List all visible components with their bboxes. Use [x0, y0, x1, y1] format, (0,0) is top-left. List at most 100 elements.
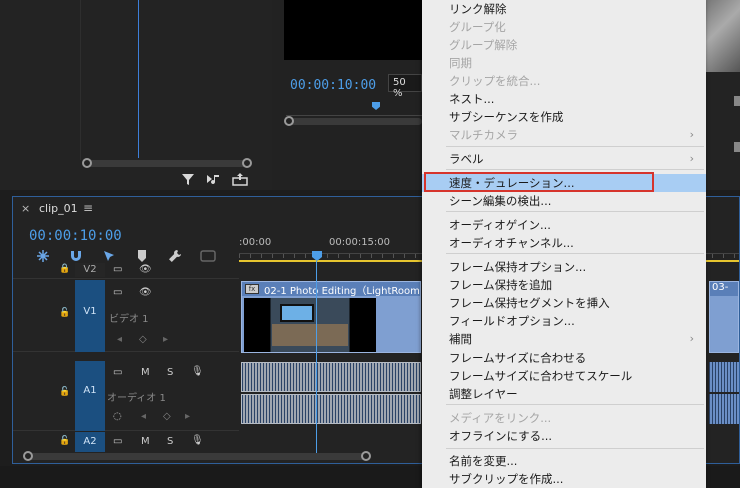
- menu-item-label: ラベル: [449, 152, 484, 166]
- volume-knob-icon[interactable]: ◌: [113, 411, 122, 422]
- program-scrollbar[interactable]: [284, 116, 422, 126]
- track-name-a1[interactable]: A1: [75, 361, 105, 431]
- prev-keyframe-icon[interactable]: ◂: [117, 334, 122, 345]
- next-keyframe-icon[interactable]: ▸: [185, 411, 190, 422]
- menu-item[interactable]: フレーム保持オプション...: [422, 258, 706, 276]
- audio-clip-a1-upper[interactable]: [241, 362, 421, 392]
- insert-audio-icon[interactable]: [206, 172, 222, 186]
- microphone-icon[interactable]: 🎙: [191, 366, 204, 377]
- right-panel: [706, 0, 740, 190]
- add-keyframe-icon[interactable]: ◇: [139, 334, 147, 345]
- close-tab-button[interactable]: ×: [21, 202, 30, 215]
- scroll-knob-left[interactable]: [23, 451, 33, 461]
- track-row-v2: 🔒 V2 ▭ 👁: [13, 261, 239, 279]
- eye-icon[interactable]: 👁: [139, 264, 152, 275]
- export-frame-icon[interactable]: [232, 172, 248, 186]
- menu-item[interactable]: フレームサイズに合わせてスケール: [422, 367, 706, 385]
- menu-item[interactable]: フレーム保持セグメントを挿入: [422, 294, 706, 312]
- menu-item[interactable]: フィールドオプション...: [422, 312, 706, 330]
- program-ruler[interactable]: [286, 102, 422, 116]
- clip-title: 03-: [710, 282, 738, 296]
- menu-item[interactable]: グループ解除: [422, 36, 706, 54]
- scroll-knob-right[interactable]: [361, 451, 371, 461]
- menu-item-label: フレーム保持を追加: [449, 278, 553, 292]
- lock-icon[interactable]: 🔓: [59, 387, 70, 397]
- menu-item[interactable]: オーディオゲイン...: [422, 216, 706, 234]
- toggle-sync-icon[interactable]: ▭: [113, 264, 122, 275]
- lock-icon[interactable]: 🔒: [59, 264, 70, 274]
- fx-badge-icon[interactable]: fx: [245, 284, 259, 294]
- scroll-knob-left[interactable]: [82, 158, 92, 168]
- menu-item-label: サブシーケンスを作成: [449, 110, 564, 124]
- menu-item[interactable]: 速度・デュレーション...: [422, 174, 706, 192]
- menu-separator: [446, 253, 704, 254]
- timeline-horizontal-scrollbar[interactable]: [23, 451, 371, 461]
- menu-item[interactable]: メディアをリンク...: [422, 409, 706, 427]
- track-row-a2: 🔓 A2 ▭ M S 🎙: [13, 432, 239, 452]
- toggle-sync-icon[interactable]: ▭: [113, 367, 122, 378]
- panel-control-icon[interactable]: [734, 96, 740, 106]
- video-clip[interactable]: fx 02-1 Photo Editing（LightRoom: [241, 281, 421, 353]
- program-monitor: 00:00:10:00 50 %: [272, 0, 422, 190]
- menu-item-label: フレーム保持オプション...: [449, 260, 587, 274]
- solo-button[interactable]: S: [167, 367, 173, 378]
- clip-thumbnail: [244, 298, 376, 352]
- source-horizontal-scrollbar[interactable]: [82, 158, 252, 168]
- menu-item[interactable]: 名前を変更...: [422, 452, 706, 470]
- audio-clip-a1-lower[interactable]: [241, 394, 421, 424]
- timeline-timecode[interactable]: 00:00:10:00: [29, 228, 122, 244]
- menu-item-label: フィールドオプション...: [449, 314, 575, 328]
- toggle-sync-icon[interactable]: ▭: [113, 287, 122, 298]
- track-name-v2[interactable]: V2: [75, 263, 105, 277]
- microphone-icon[interactable]: 🎙: [191, 435, 204, 446]
- lock-icon[interactable]: 🔓: [59, 436, 70, 446]
- zoom-level-select[interactable]: 50 %: [388, 74, 422, 99]
- menu-item[interactable]: ネスト...: [422, 90, 706, 108]
- menu-item[interactable]: マルチカメラ ›: [422, 126, 706, 144]
- mute-button[interactable]: M: [141, 367, 150, 378]
- thumbnail-desk: [272, 324, 348, 346]
- mute-button[interactable]: M: [141, 436, 150, 447]
- track-name-a2[interactable]: A2: [75, 432, 105, 452]
- menu-item-label: 補間: [449, 332, 472, 346]
- menu-item[interactable]: フレーム保持を追加: [422, 276, 706, 294]
- menu-item[interactable]: 調整レイヤー: [422, 385, 706, 403]
- menu-item[interactable]: シーン編集の検出...: [422, 192, 706, 210]
- menu-separator: [446, 146, 704, 147]
- track-name-v1[interactable]: V1: [75, 280, 105, 352]
- menu-item[interactable]: クリップを統合...: [422, 72, 706, 90]
- lock-icon[interactable]: 🔓: [59, 308, 70, 318]
- program-scroll-knob[interactable]: [284, 116, 294, 126]
- menu-item-label: メディアをリンク...: [449, 411, 552, 425]
- menu-item[interactable]: オーディオチャンネル...: [422, 234, 706, 252]
- program-timecode[interactable]: 00:00:10:00: [290, 78, 376, 93]
- menu-item[interactable]: リンク解除: [422, 0, 706, 18]
- prev-keyframe-icon[interactable]: ◂: [141, 411, 146, 422]
- add-keyframe-icon[interactable]: ◇: [163, 411, 171, 422]
- menu-item[interactable]: 同期: [422, 54, 706, 72]
- audio-clip-next-upper[interactable]: [709, 362, 739, 392]
- sequence-tab[interactable]: clip_01: [39, 202, 78, 215]
- menu-item[interactable]: ラベル ›: [422, 150, 706, 168]
- solo-button[interactable]: S: [167, 436, 173, 447]
- panel-menu-icon[interactable]: ≡: [83, 201, 93, 215]
- menu-item[interactable]: サブシーケンスを作成: [422, 108, 706, 126]
- program-playhead-icon[interactable]: [372, 102, 380, 110]
- eye-icon[interactable]: 👁: [139, 287, 152, 298]
- video-clip-next[interactable]: 03-: [709, 281, 739, 353]
- menu-item-label: 速度・デュレーション...: [449, 176, 575, 190]
- menu-item[interactable]: グループ化: [422, 18, 706, 36]
- ruler-label: 00:00:15:00: [329, 237, 391, 248]
- audio-clip-next-lower[interactable]: [709, 394, 739, 424]
- source-playhead-line: [138, 0, 139, 158]
- menu-item[interactable]: サブクリップを作成...: [422, 470, 706, 488]
- toggle-sync-icon[interactable]: ▭: [113, 436, 122, 447]
- ruler-label: :00:00: [239, 237, 272, 248]
- filter-icon[interactable]: [180, 172, 196, 186]
- panel-control-icon[interactable]: [734, 142, 740, 152]
- menu-item[interactable]: オフラインにする...: [422, 427, 706, 445]
- scroll-knob-right[interactable]: [242, 158, 252, 168]
- next-keyframe-icon[interactable]: ▸: [163, 334, 168, 345]
- menu-item[interactable]: フレームサイズに合わせる: [422, 349, 706, 367]
- menu-item[interactable]: 補間 ›: [422, 330, 706, 348]
